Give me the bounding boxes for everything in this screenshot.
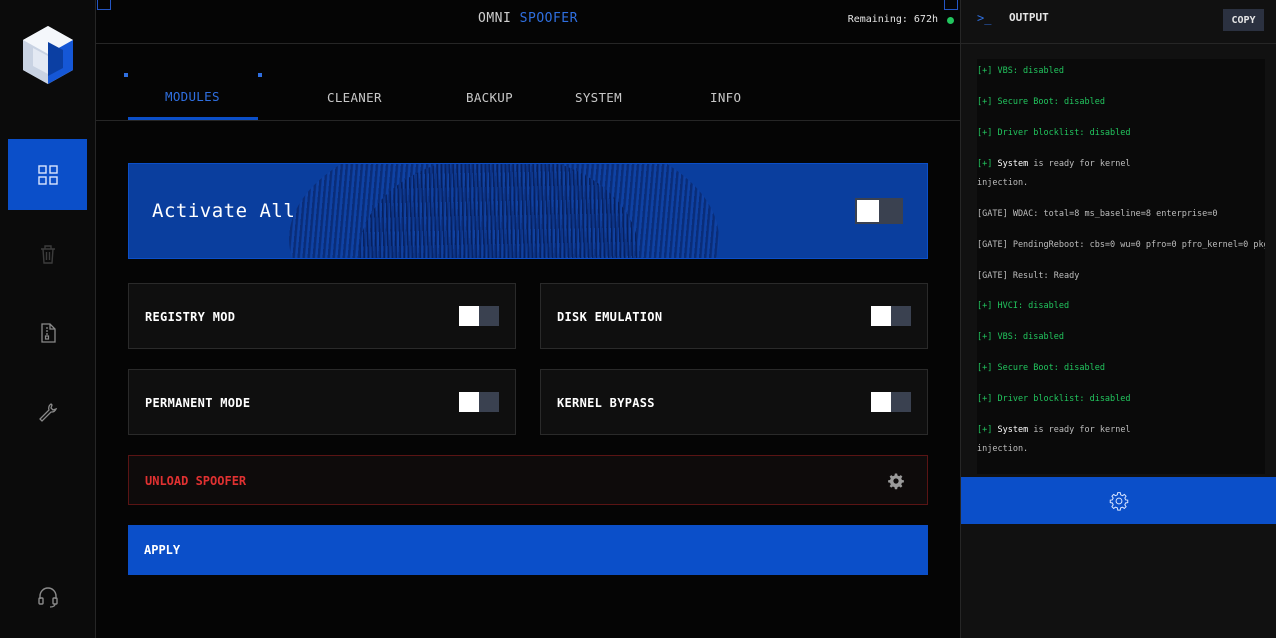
file-zip-icon — [40, 322, 56, 343]
log-line: [GATE] PendingReboot: cbs=0 wu=0 pfro=0 … — [977, 240, 1265, 250]
unload-spoofer-button[interactable]: UNLOAD SPOOFER — [128, 455, 928, 505]
output-settings-button[interactable] — [961, 477, 1276, 524]
tab-active-indicator — [128, 117, 258, 120]
output-title: OUTPUT — [1009, 11, 1049, 24]
tab-marker — [124, 73, 128, 77]
log-line: [+] Secure Boot: disabled — [977, 97, 1105, 107]
corner-decoration — [97, 0, 111, 10]
app-title-part2: SPOOFER — [519, 11, 578, 26]
module-card-disk-emulation: DISK EMULATION — [540, 283, 928, 349]
module-label: DISK EMULATION — [557, 310, 663, 324]
copy-button[interactable]: COPY — [1223, 9, 1264, 31]
log-line: [+] VBS: disabled — [977, 66, 1064, 76]
app-title-part1: OMNI — [478, 11, 512, 26]
output-header: >_ OUTPUT COPY — [961, 0, 1276, 44]
module-card-registry-mod: REGISTRY MOD — [128, 283, 516, 349]
output-panel: >_ OUTPUT COPY [+] VBS: disabled [+] Secu… — [960, 0, 1276, 638]
apply-label: APPLY — [144, 543, 181, 557]
headset-icon — [38, 587, 58, 608]
trash-icon — [40, 244, 55, 264]
gear-icon[interactable] — [887, 472, 905, 490]
disk-emulation-toggle[interactable] — [871, 306, 911, 326]
module-label: REGISTRY MOD — [145, 310, 236, 324]
output-log[interactable]: [+] VBS: disabled [+] Secure Boot: disabl… — [977, 59, 1265, 474]
module-label: KERNEL BYPASS — [557, 396, 655, 410]
kernel-bypass-toggle[interactable] — [871, 392, 911, 412]
main-panel: OMNI SPOOFER Remaining: 672h MODULES CLE… — [96, 0, 960, 638]
log-line: [+] Secure Boot: disabled — [977, 363, 1105, 373]
log-line: [+] System is ready for kernel — [977, 155, 1131, 174]
unload-spoofer-label: UNLOAD SPOOFER — [145, 474, 247, 488]
log-line: [+] Driver blocklist: disabled — [977, 394, 1131, 404]
tab-backup[interactable]: BACKUP — [466, 90, 513, 105]
log-emphasis: System — [997, 159, 1029, 169]
module-card-kernel-bypass: KERNEL BYPASS — [540, 369, 928, 435]
toggle-knob — [871, 392, 891, 412]
corner-decoration — [944, 0, 958, 10]
support-button[interactable] — [36, 586, 60, 608]
wrench-icon — [38, 402, 57, 422]
sidebar-item-modules[interactable] — [8, 139, 87, 210]
log-line: [+] HVCI: disabled — [977, 301, 1070, 311]
activate-all-card: Activate All — [128, 163, 928, 259]
activate-all-label: Activate All — [152, 200, 296, 222]
top-bar: OMNI SPOOFER Remaining: 672h — [96, 0, 960, 44]
sidebar — [0, 0, 96, 638]
sidebar-item-cleaner[interactable] — [8, 218, 87, 289]
log-line: [+] VBS: disabled — [977, 332, 1064, 342]
apply-button[interactable]: APPLY — [128, 525, 928, 575]
permanent-mode-toggle[interactable] — [459, 392, 499, 412]
toggle-knob — [459, 392, 479, 412]
tab-bar: MODULES CLEANER BACKUP SYSTEM INFO — [96, 44, 960, 121]
toggle-knob — [857, 200, 879, 222]
log-text: is ready for kernel — [1028, 425, 1131, 435]
module-label: PERMANENT MODE — [145, 396, 251, 410]
log-text: is ready for kernel — [1028, 159, 1131, 169]
status-dot — [947, 17, 954, 24]
log-emphasis: System — [997, 425, 1029, 435]
tab-system[interactable]: SYSTEM — [575, 90, 622, 105]
grid-icon — [37, 164, 58, 185]
toggle-knob — [871, 306, 891, 326]
log-line: [+] Driver blocklist: disabled — [977, 128, 1131, 138]
module-card-permanent-mode: PERMANENT MODE — [128, 369, 516, 435]
remaining-time: Remaining: 672h — [847, 14, 938, 25]
toggle-knob — [459, 306, 479, 326]
log-line: injection. — [977, 178, 1029, 188]
log-prefix: [+] — [977, 425, 998, 435]
sidebar-item-backup[interactable] — [8, 297, 87, 368]
log-prefix: [+] — [977, 159, 998, 169]
terminal-icon: >_ — [977, 11, 992, 25]
tab-info[interactable]: INFO — [710, 90, 741, 105]
app-title: OMNI SPOOFER — [96, 11, 960, 26]
log-line: [+] System is ready for kernel — [977, 421, 1131, 440]
app-logo — [19, 24, 77, 88]
tab-cleaner[interactable]: CLEANER — [327, 90, 382, 105]
sidebar-item-system[interactable] — [8, 376, 87, 447]
log-line: [GATE] WDAC: total=8 ms_baseline=8 enter… — [977, 209, 1218, 219]
activate-all-toggle[interactable] — [855, 198, 903, 224]
tab-marker — [258, 73, 262, 77]
log-line: [GATE] Result: Ready — [977, 271, 1080, 281]
registry-mod-toggle[interactable] — [459, 306, 499, 326]
gear-icon — [1109, 491, 1129, 511]
tab-modules[interactable]: MODULES — [165, 89, 220, 104]
log-line: injection. — [977, 444, 1029, 454]
